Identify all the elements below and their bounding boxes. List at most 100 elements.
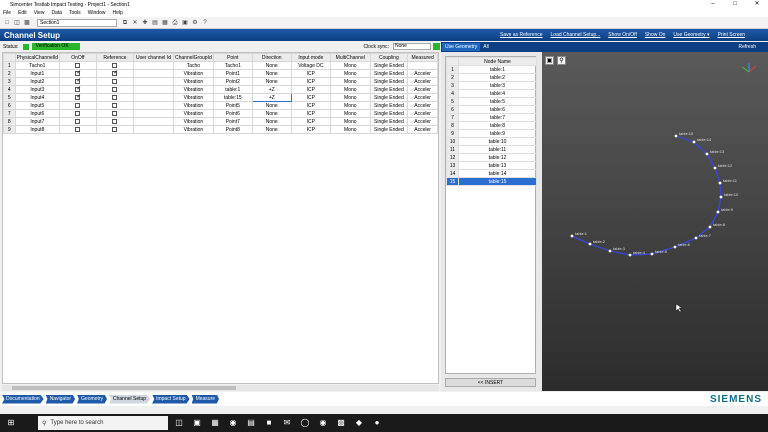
user-channel-id-cell[interactable] bbox=[133, 77, 174, 86]
move-icon[interactable]: ✚ bbox=[141, 19, 149, 27]
onoff-checkbox[interactable] bbox=[75, 126, 81, 132]
column-header[interactable]: Coupling bbox=[369, 53, 409, 62]
node-row[interactable]: 3 table:3 bbox=[446, 81, 537, 90]
scrollbar-thumb[interactable] bbox=[12, 386, 236, 390]
geometry-filter-select[interactable]: All bbox=[483, 44, 489, 50]
onoff-cell[interactable] bbox=[59, 93, 97, 102]
point-cell[interactable]: Tacho1 bbox=[212, 61, 253, 70]
onoff-cell[interactable] bbox=[59, 77, 97, 86]
coupling-cell[interactable]: Single Ended bbox=[369, 101, 409, 110]
measured-cell[interactable]: Acceler bbox=[407, 69, 438, 78]
multichannel-cell[interactable]: Mono bbox=[330, 85, 371, 94]
refresh-button[interactable]: Refresh bbox=[738, 44, 756, 50]
node-row[interactable]: 9 table:9 bbox=[446, 129, 537, 138]
measured-cell[interactable] bbox=[407, 61, 438, 70]
reference-cell[interactable] bbox=[95, 69, 135, 78]
measured-cell[interactable]: Acceler bbox=[407, 125, 438, 134]
show-onoff-link[interactable]: Show On/Off bbox=[608, 32, 637, 38]
direction-cell[interactable]: None bbox=[251, 61, 292, 70]
coupling-cell[interactable]: Single Ended bbox=[369, 77, 409, 86]
node-row[interactable]: 15 table:15 bbox=[446, 177, 537, 186]
geometry-node[interactable]: table:10 bbox=[719, 192, 739, 199]
menu-item-tools[interactable]: Tools bbox=[69, 10, 81, 16]
multichannel-cell[interactable]: Mono bbox=[330, 117, 371, 126]
channel-group-cell[interactable]: Vibration bbox=[172, 85, 214, 94]
reference-checkbox[interactable] bbox=[112, 78, 118, 84]
table-row[interactable]: 9 Input8 Vibration Point8 None ICP Mono Single … bbox=[3, 125, 438, 134]
print-screen-link[interactable]: Print Screen bbox=[718, 32, 746, 38]
user-channel-id-cell[interactable] bbox=[133, 93, 174, 102]
input-mode-cell[interactable]: ICP bbox=[290, 93, 332, 102]
onoff-checkbox[interactable] bbox=[75, 71, 81, 76]
node-row[interactable]: 8 table:8 bbox=[446, 121, 537, 130]
node-row[interactable]: 5 table:5 bbox=[446, 97, 537, 106]
column-header[interactable]: OnOff bbox=[59, 53, 97, 62]
user-channel-id-cell[interactable] bbox=[133, 61, 174, 70]
channel-group-cell[interactable]: Vibration bbox=[172, 101, 214, 110]
input-mode-cell[interactable]: ICP bbox=[290, 77, 332, 86]
measured-cell[interactable]: Acceler bbox=[407, 77, 438, 86]
user-channel-id-cell[interactable] bbox=[133, 117, 174, 126]
coupling-cell[interactable]: Single Ended bbox=[369, 109, 409, 118]
channel-group-cell[interactable]: Vibration bbox=[172, 77, 214, 86]
column-header[interactable] bbox=[3, 53, 16, 62]
app-icon-2[interactable]: ◆ bbox=[352, 416, 366, 430]
onoff-checkbox[interactable] bbox=[75, 79, 81, 84]
onoff-cell[interactable] bbox=[59, 101, 97, 110]
section-select[interactable]: Section1 bbox=[37, 18, 117, 27]
onoff-cell[interactable] bbox=[59, 109, 97, 118]
reference-checkbox[interactable] bbox=[112, 94, 118, 100]
input-mode-cell[interactable]: ICP bbox=[290, 125, 332, 134]
folder-icon[interactable]: ▤ bbox=[244, 416, 258, 430]
input-mode-cell[interactable]: Voltage DC bbox=[290, 61, 332, 70]
chrome-icon[interactable]: ◉ bbox=[316, 416, 330, 430]
coupling-cell[interactable]: Single Ended bbox=[369, 85, 409, 94]
onoff-checkbox[interactable] bbox=[75, 87, 81, 92]
copy-icon[interactable]: ⧉ bbox=[121, 19, 129, 27]
maximize-icon[interactable]: □ bbox=[724, 0, 746, 9]
user-channel-id-cell[interactable] bbox=[133, 69, 174, 78]
onoff-cell[interactable] bbox=[59, 125, 97, 134]
geometry-node[interactable]: table:6 bbox=[673, 242, 691, 249]
reference-checkbox[interactable] bbox=[112, 110, 118, 116]
node-row[interactable]: 2 table:2 bbox=[446, 73, 537, 82]
coupling-cell[interactable]: Single Ended bbox=[369, 69, 409, 78]
edge-icon[interactable]: ◯ bbox=[298, 416, 312, 430]
reference-cell[interactable] bbox=[95, 93, 135, 102]
reference-checkbox[interactable] bbox=[112, 118, 118, 124]
nav-impact-setup[interactable]: Impact Setup bbox=[152, 394, 190, 404]
column-header[interactable]: Direction bbox=[251, 53, 292, 62]
menu-item-window[interactable]: Window bbox=[88, 10, 106, 16]
show-on-link[interactable]: Show On bbox=[645, 32, 666, 38]
save-icon[interactable]: ▩ bbox=[23, 19, 31, 27]
input-mode-cell[interactable]: ICP bbox=[290, 69, 332, 78]
direction-cell[interactable]: None bbox=[251, 117, 292, 126]
app-icon-1[interactable]: ▣ bbox=[190, 416, 204, 430]
direction-cell[interactable]: None bbox=[251, 125, 292, 134]
node-row[interactable]: 6 table:6 bbox=[446, 105, 537, 114]
reference-cell[interactable] bbox=[95, 101, 135, 110]
reference-cell[interactable] bbox=[95, 117, 135, 126]
geometry-node[interactable]: table:12 bbox=[713, 163, 733, 170]
reference-checkbox[interactable] bbox=[112, 71, 118, 76]
column-header[interactable]: MultiChannel bbox=[330, 53, 371, 62]
windows-start-icon[interactable]: ⊞ bbox=[4, 416, 18, 430]
multichannel-cell[interactable]: Mono bbox=[330, 93, 371, 102]
print-icon[interactable]: ⎙ bbox=[171, 19, 179, 27]
point-cell[interactable]: table:1 bbox=[212, 85, 253, 94]
node-row[interactable]: 11 table:11 bbox=[446, 145, 537, 154]
node-row[interactable]: 12 table:12 bbox=[446, 153, 537, 162]
coupling-cell[interactable]: Single Ended bbox=[369, 125, 409, 134]
channel-group-cell[interactable]: Vibration bbox=[172, 109, 214, 118]
geometry-node[interactable]: table:14 bbox=[692, 137, 712, 144]
direction-cell[interactable]: None bbox=[251, 77, 292, 86]
point-cell[interactable]: Point6 bbox=[212, 109, 253, 118]
reference-checkbox[interactable] bbox=[112, 62, 118, 68]
reference-checkbox[interactable] bbox=[112, 126, 118, 132]
nav-documentation[interactable]: Documentation bbox=[2, 394, 44, 404]
input-mode-cell[interactable]: ICP bbox=[290, 109, 332, 118]
layout-icon[interactable]: ▦ bbox=[161, 19, 169, 27]
nav-measure[interactable]: Measure bbox=[191, 394, 220, 404]
coupling-cell[interactable]: Single Ended bbox=[369, 61, 409, 70]
table-row[interactable]: 7 Input6 Vibration Point6 None ICP Mono Single … bbox=[3, 109, 438, 118]
